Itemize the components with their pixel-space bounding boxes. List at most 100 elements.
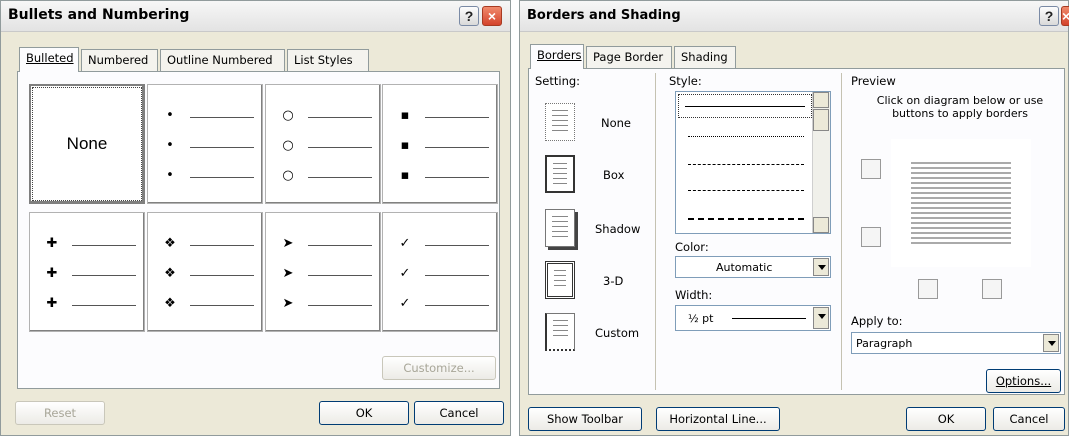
cancel-button[interactable]: Cancel	[414, 401, 504, 425]
bullet-style-cell[interactable]: ○ ○ ○	[265, 84, 381, 204]
style-dash-dot[interactable]	[688, 218, 804, 220]
options-button[interactable]: Options...	[986, 369, 1061, 393]
chevron-down-icon[interactable]	[813, 258, 829, 276]
ok-button[interactable]: OK	[906, 407, 986, 431]
setting-box[interactable]: Box	[545, 155, 645, 195]
bullet-symbol-icon: ✓	[399, 236, 411, 251]
setting-custom[interactable]: Custom	[545, 313, 645, 353]
bullet-symbol-icon: ❖	[164, 266, 176, 281]
setting-box-icon	[545, 155, 575, 193]
bullet-symbol-icon: ❖	[164, 236, 176, 251]
preview-text-lines	[911, 159, 1011, 245]
bullet-line	[425, 117, 489, 118]
style-dashed-small[interactable]	[688, 164, 804, 165]
bullet-style-cell[interactable]: ✚ ✚ ✚	[29, 212, 145, 332]
bullet-line	[190, 305, 254, 306]
style-label: Style:	[669, 74, 702, 88]
close-button[interactable]: ×	[482, 6, 502, 26]
bullet-line	[425, 147, 489, 148]
ok-button[interactable]: OK	[319, 401, 409, 425]
apply-to-label: Apply to:	[851, 314, 903, 328]
middle-border-button[interactable]	[861, 227, 881, 247]
chevron-down-icon[interactable]	[1043, 334, 1059, 352]
setting-none[interactable]: None	[545, 103, 645, 143]
title-bar: Borders and Shading ? ×	[520, 1, 1069, 32]
tab-numbered[interactable]: Numbered	[81, 49, 158, 71]
setting-shadow[interactable]: Shadow	[545, 209, 645, 249]
bullet-symbol-icon: ○	[282, 138, 294, 153]
none-label: None	[66, 134, 108, 153]
divider	[655, 73, 656, 390]
divider	[841, 73, 842, 390]
bullet-line	[190, 147, 254, 148]
tab-bulleted[interactable]: Bulleted	[19, 47, 79, 72]
bullet-symbol-icon: ✓	[399, 266, 411, 281]
setting-none-icon	[545, 103, 575, 141]
bullet-line	[308, 245, 372, 246]
bullet-line	[425, 245, 489, 246]
bullet-symbol-icon: ➤	[282, 266, 294, 281]
bottom-border-button[interactable]	[918, 279, 938, 299]
style-dotted[interactable]	[688, 136, 804, 137]
horizontal-line-button[interactable]: Horizontal Line...	[656, 407, 780, 431]
bullet-style-cell[interactable]: ▪ ▪ ▪	[382, 84, 498, 204]
bullet-line	[72, 275, 136, 276]
bullet-line	[190, 117, 254, 118]
bullet-line	[425, 177, 489, 178]
tab-borders[interactable]: Borders	[530, 44, 584, 69]
setting-3d-icon	[545, 261, 575, 299]
bullet-line	[308, 305, 372, 306]
style-scrollbar[interactable]	[812, 92, 830, 233]
bullet-line	[308, 275, 372, 276]
customize-button[interactable]: Customize...	[382, 356, 496, 380]
setting-custom-icon	[545, 313, 575, 351]
cancel-button[interactable]: Cancel	[993, 407, 1065, 431]
bullet-line	[425, 275, 489, 276]
bullet-symbol-icon: •	[166, 168, 174, 183]
tab-outline-numbered[interactable]: Outline Numbered	[160, 49, 285, 71]
setting-label: Setting:	[535, 74, 581, 88]
style-dashed-large[interactable]	[688, 190, 804, 191]
bullet-line	[308, 117, 372, 118]
bullet-line	[425, 305, 489, 306]
close-button[interactable]: ×	[1061, 6, 1069, 26]
bullet-style-cell[interactable]: • • •	[147, 84, 263, 204]
color-label: Color:	[675, 240, 709, 254]
bullet-line	[190, 245, 254, 246]
chevron-down-icon[interactable]	[813, 307, 829, 329]
bullet-symbol-icon: •	[166, 108, 174, 123]
scroll-down-icon[interactable]	[813, 217, 829, 233]
apply-to-dropdown[interactable]: Paragraph	[851, 332, 1061, 354]
color-dropdown[interactable]: Automatic	[675, 256, 831, 278]
help-button[interactable]: ?	[459, 6, 479, 26]
reset-button[interactable]: Reset	[15, 401, 105, 425]
bullet-symbol-icon: •	[166, 138, 174, 153]
show-toolbar-button[interactable]: Show Toolbar	[528, 407, 642, 431]
bullet-style-cell[interactable]: ✓ ✓ ✓	[382, 212, 498, 332]
preview-diagram[interactable]	[891, 139, 1031, 267]
top-border-button[interactable]	[861, 159, 881, 179]
scroll-thumb[interactable]	[813, 109, 829, 131]
bullet-symbol-icon: ▪	[400, 168, 410, 183]
bullet-style-cell[interactable]: ➤ ➤ ➤	[265, 212, 381, 332]
bullet-style-none[interactable]: None	[29, 84, 145, 204]
bullet-style-cell[interactable]: ❖ ❖ ❖	[147, 212, 263, 332]
bullet-symbol-icon: ➤	[282, 236, 294, 251]
setting-shadow-icon	[545, 209, 575, 247]
width-dropdown[interactable]: ½ pt	[675, 305, 831, 331]
setting-3d[interactable]: 3-D	[545, 261, 645, 301]
tab-page-border[interactable]: Page Border	[586, 46, 672, 68]
bullets-numbering-dialog: Bullets and Numbering ? × Bulleted Numbe…	[0, 0, 511, 436]
bullet-line	[190, 275, 254, 276]
borders-shading-dialog: Borders and Shading ? × Borders Page Bor…	[519, 0, 1069, 436]
left-border-button[interactable]	[982, 279, 1002, 299]
style-listbox[interactable]	[675, 91, 831, 234]
bullet-symbol-icon: ✚	[46, 266, 58, 281]
style-solid[interactable]	[678, 94, 812, 118]
bullet-symbol-icon: ➤	[282, 296, 294, 311]
tab-shading[interactable]: Shading	[674, 46, 736, 68]
scroll-up-icon[interactable]	[813, 92, 829, 108]
bullet-symbol-icon: ▪	[400, 108, 410, 123]
tab-list-styles[interactable]: List Styles	[287, 49, 369, 71]
help-button[interactable]: ?	[1039, 6, 1059, 26]
